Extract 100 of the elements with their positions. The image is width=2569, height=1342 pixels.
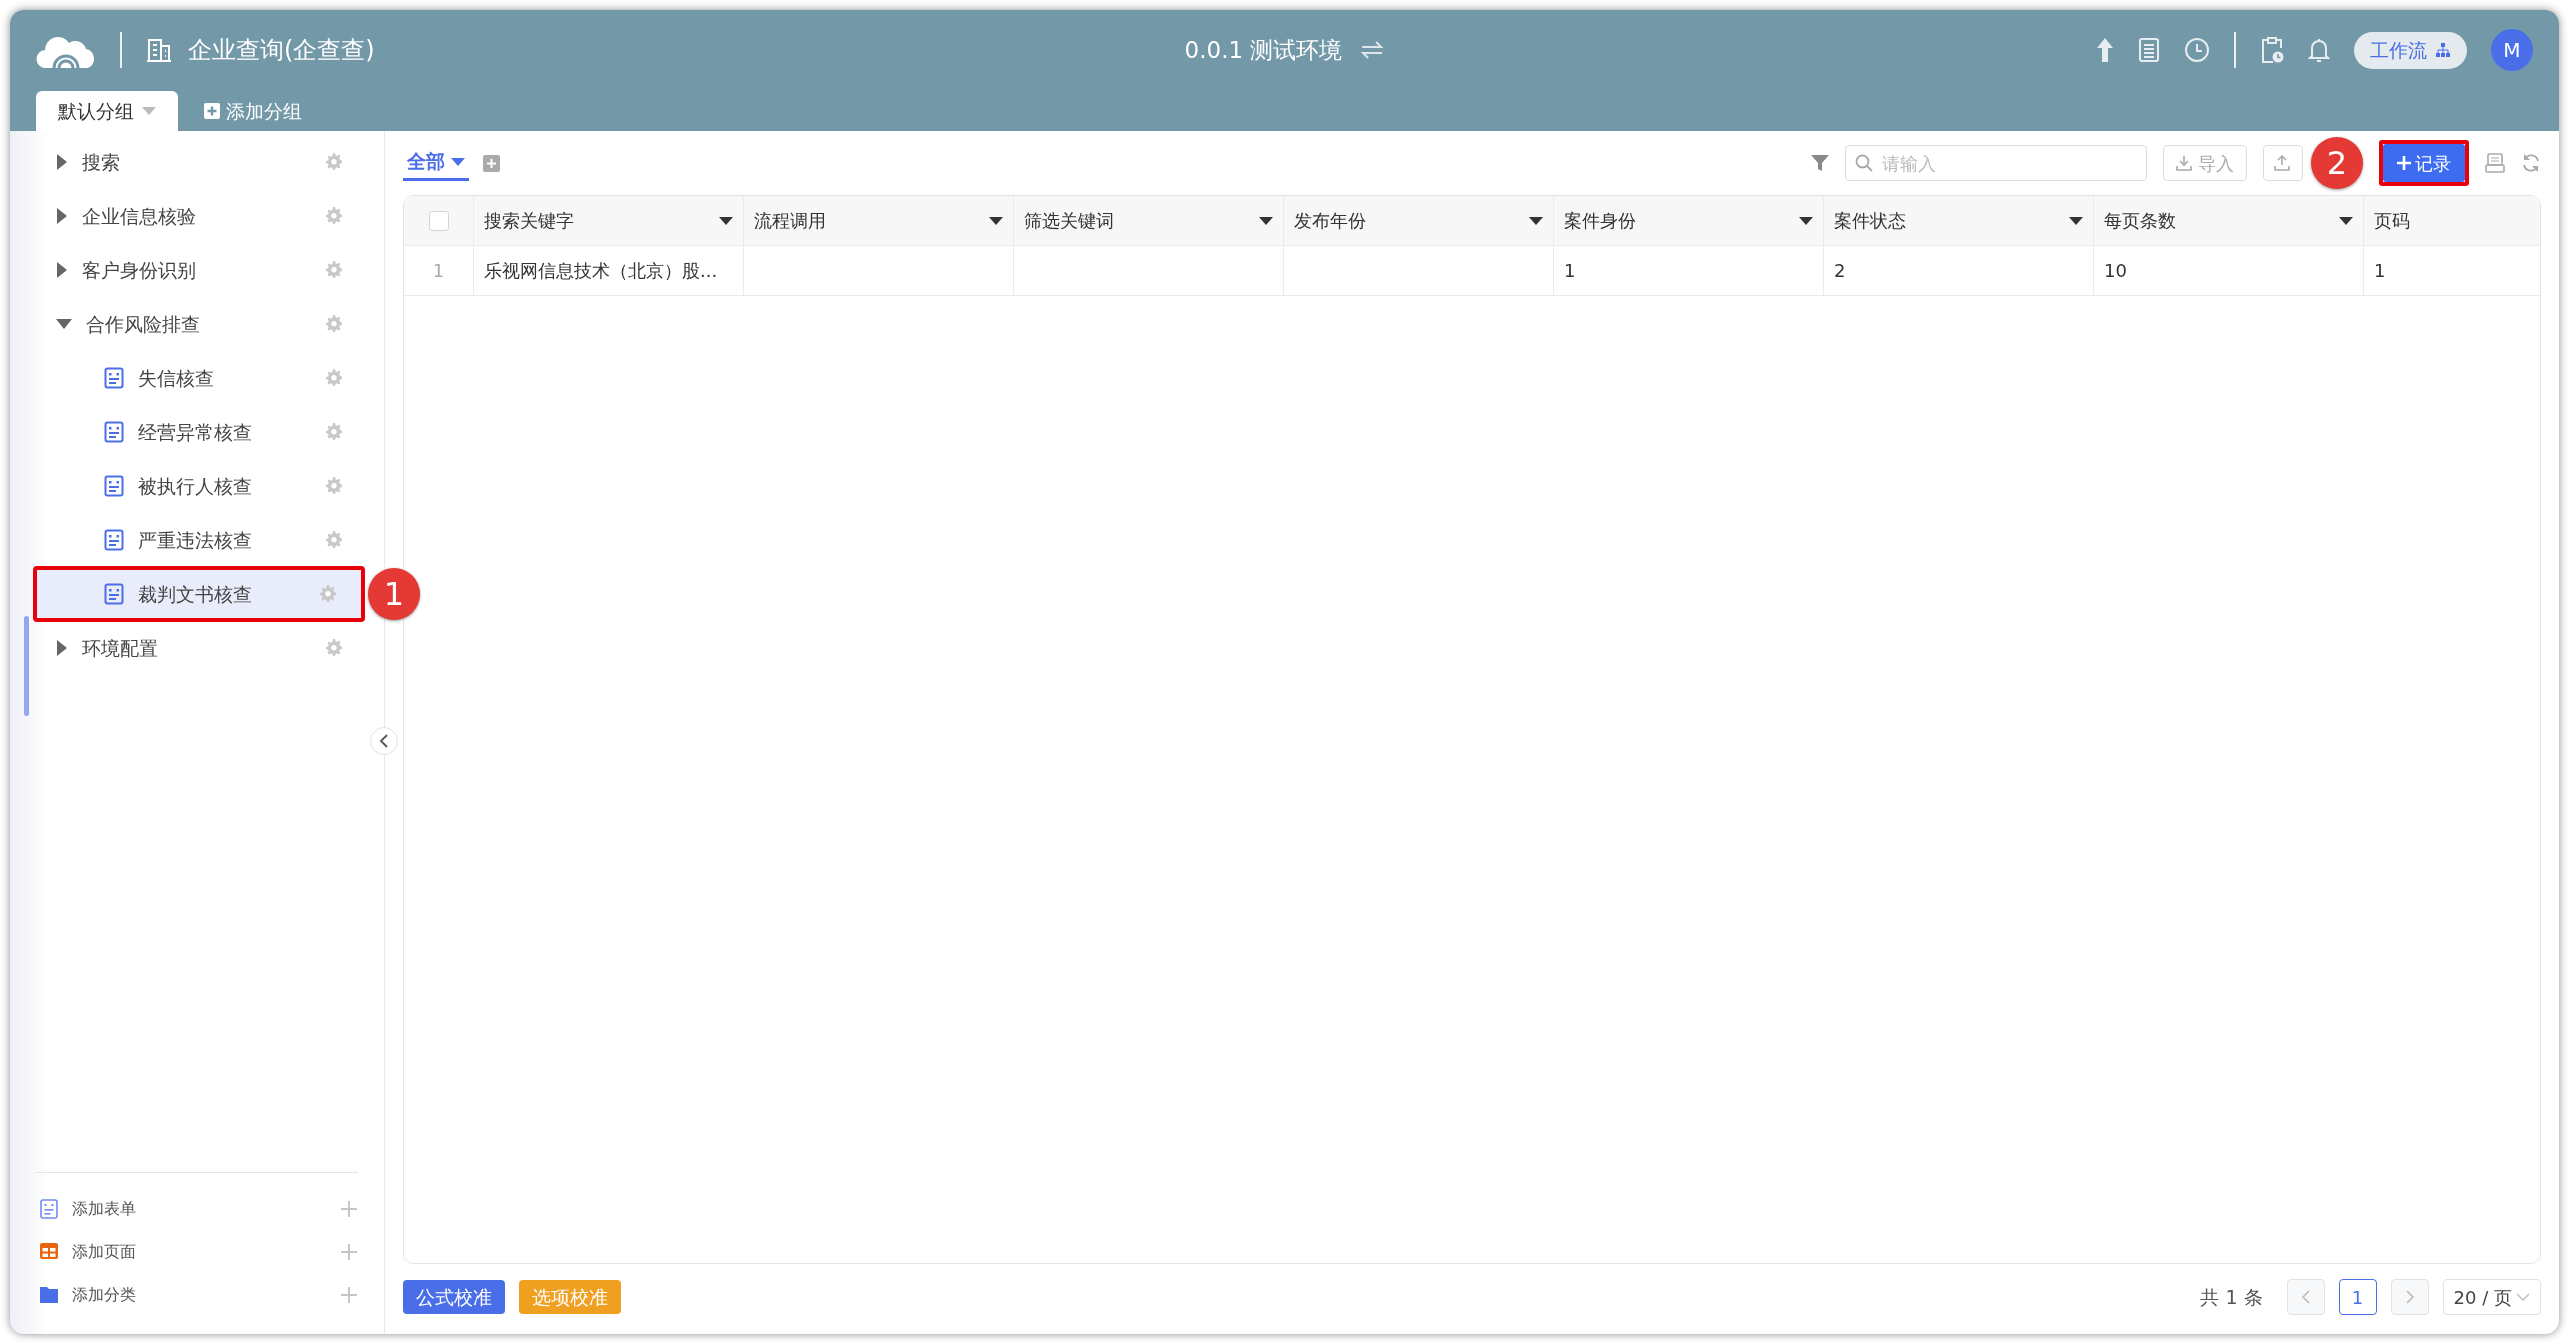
- caret-right-icon[interactable]: [56, 262, 68, 278]
- hierarchy-icon: [2435, 42, 2451, 59]
- folder-item[interactable]: 环境配置: [10, 621, 370, 675]
- plus-icon: [2397, 156, 2411, 170]
- table-cell: 2: [1824, 246, 2094, 295]
- settings-icon[interactable]: [324, 476, 344, 496]
- group-tab[interactable]: 默认分组: [36, 90, 178, 131]
- upload-icon: [2274, 155, 2290, 171]
- callout-marker: 1: [368, 568, 420, 620]
- folder-icon: [40, 1284, 58, 1305]
- caret-down-icon: [1259, 215, 1273, 226]
- previous-page-button[interactable]: [2286, 1279, 2325, 1315]
- form-icon: [104, 475, 124, 497]
- add-view-icon[interactable]: [483, 154, 500, 172]
- app-title: 企业查询(企查查): [188, 35, 375, 67]
- caret-down-icon: [719, 215, 733, 226]
- form-item[interactable]: 经营异常核查: [10, 405, 370, 459]
- action-button[interactable]: 公式校准: [403, 1279, 505, 1315]
- export-button[interactable]: [2263, 145, 2303, 181]
- caret-right-icon[interactable]: [56, 208, 68, 224]
- table-icon: [40, 1241, 58, 1262]
- form-item[interactable]: 严重违法核查: [10, 513, 370, 567]
- search-field[interactable]: 请输入: [1845, 145, 2147, 181]
- add-record-button[interactable]: 记录: [2383, 144, 2465, 182]
- plus-icon[interactable]: [340, 1242, 358, 1261]
- building-icon: [146, 37, 172, 64]
- settings-icon[interactable]: [318, 584, 338, 604]
- row-number: 1: [404, 246, 474, 295]
- settings-icon[interactable]: [324, 530, 344, 550]
- plus-icon[interactable]: [340, 1199, 358, 1218]
- page-button[interactable]: 1: [2338, 1279, 2377, 1315]
- add-item[interactable]: 添加分类: [36, 1273, 358, 1316]
- plus-square-icon: [204, 102, 220, 119]
- clock-icon[interactable]: [2184, 37, 2210, 64]
- plus-icon[interactable]: [340, 1285, 358, 1304]
- clipboard-icon[interactable]: [2260, 36, 2284, 65]
- form-item[interactable]: 裁判文书核查: [34, 567, 364, 621]
- caret-down-icon: [1529, 215, 1543, 226]
- column-header[interactable]: 发布年份: [1284, 196, 1554, 245]
- settings-icon[interactable]: [324, 314, 344, 334]
- settings-icon[interactable]: [324, 260, 344, 280]
- caret-right-icon[interactable]: [56, 154, 68, 170]
- view-tab[interactable]: 全部: [403, 145, 469, 181]
- next-page-button[interactable]: [2390, 1279, 2429, 1315]
- page-size-select[interactable]: 20 / 页: [2442, 1279, 2541, 1315]
- caret-down-icon[interactable]: [56, 318, 72, 330]
- column-header[interactable]: 流程调用: [744, 196, 1014, 245]
- workflow-button[interactable]: 工作流: [2354, 32, 2467, 69]
- scrollbar-thumb[interactable]: [24, 616, 29, 716]
- column-header[interactable]: 筛选关键词: [1014, 196, 1284, 245]
- column-header[interactable]: 案件身份: [1554, 196, 1824, 245]
- column-header[interactable]: 案件状态: [1824, 196, 2094, 245]
- table-cell: 10: [2094, 246, 2364, 295]
- settings-icon[interactable]: [324, 368, 344, 388]
- caret-down-icon: [2069, 215, 2083, 226]
- add-item[interactable]: 添加页面: [36, 1230, 358, 1273]
- form-icon: [104, 421, 124, 443]
- form-icon: [104, 583, 124, 605]
- refresh-icon[interactable]: [2521, 153, 2541, 173]
- chevron-left-icon: [2300, 1290, 2311, 1304]
- table-cell-text: 1: [2373, 259, 2387, 283]
- caret-down-icon: [2339, 215, 2353, 226]
- folder-item[interactable]: 客户身份识别: [10, 243, 370, 297]
- settings-icon[interactable]: [324, 422, 344, 442]
- settings-icon[interactable]: [324, 638, 344, 658]
- total-count: 共 1 条: [2200, 1284, 2263, 1310]
- callout-marker: 2: [2311, 137, 2363, 189]
- form-item[interactable]: 被执行人核查: [10, 459, 370, 513]
- form-item[interactable]: 失信核查: [10, 351, 370, 405]
- form-icon: [104, 367, 124, 389]
- column-header[interactable]: 搜索关键字: [474, 196, 744, 245]
- filter-icon[interactable]: [1811, 154, 1829, 172]
- caret-down-icon: [1799, 215, 1813, 226]
- chevron-down-icon: [2516, 1292, 2530, 1302]
- caret-down-icon: [142, 105, 156, 116]
- user-avatar[interactable]: M: [2491, 29, 2533, 72]
- document-icon[interactable]: [2138, 37, 2160, 64]
- upload-icon[interactable]: [2096, 37, 2114, 64]
- settings-icon[interactable]: [324, 152, 344, 172]
- select-all-checkbox[interactable]: [428, 210, 449, 231]
- add-item[interactable]: 添加表单: [36, 1187, 358, 1230]
- column-header[interactable]: 页码: [2364, 196, 2540, 245]
- chevron-right-icon: [2404, 1290, 2415, 1304]
- collapse-button[interactable]: [370, 727, 398, 755]
- download-icon: [2176, 155, 2192, 171]
- chevron-left-icon: [379, 734, 389, 748]
- print-icon[interactable]: [2485, 153, 2505, 173]
- caret-right-icon[interactable]: [56, 640, 68, 656]
- bell-icon[interactable]: [2308, 37, 2330, 64]
- folder-item[interactable]: 合作风险排查: [10, 297, 370, 351]
- settings-icon[interactable]: [324, 206, 344, 226]
- folder-item[interactable]: 企业信息核验: [10, 189, 370, 243]
- table-cell: 乐视网信息技术（北京）股...: [474, 246, 744, 295]
- folder-item[interactable]: 搜索: [10, 135, 370, 189]
- environment-title: 0.0.1 测试环境: [1184, 36, 1343, 65]
- table-cell: 1: [1554, 246, 1824, 295]
- swap-icon[interactable]: [1360, 40, 1385, 61]
- column-header[interactable]: 每页条数: [2094, 196, 2364, 245]
- caret-down-icon: [989, 215, 1003, 226]
- form-icon: [40, 1198, 58, 1219]
